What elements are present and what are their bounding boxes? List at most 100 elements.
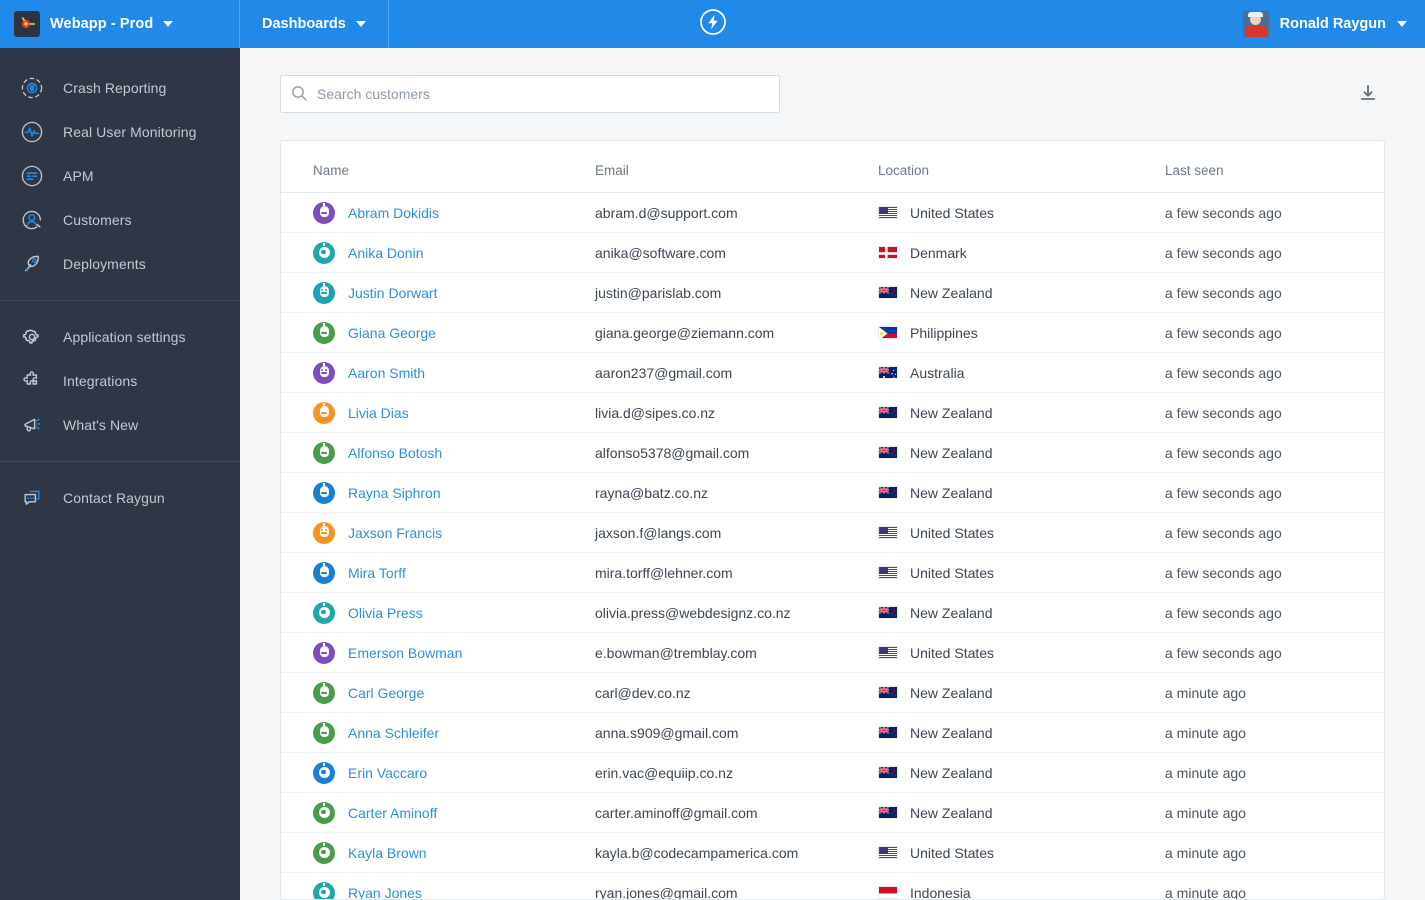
apm-icon [18,162,46,190]
customer-name-link[interactable]: Giana George [348,325,436,341]
table-row[interactable]: Erin Vaccaro erin.vac@equiip.co.nz New Z… [281,752,1384,793]
sidebar-item-label: APM [63,168,94,184]
user-menu[interactable]: Ronald Raygun [1229,0,1425,48]
customer-name-link[interactable]: Carl George [348,685,424,701]
chevron-down-icon [355,21,366,27]
customer-name-link[interactable]: Kayla Brown [348,845,427,861]
location-label: New Zealand [910,604,993,621]
customer-name-link[interactable]: Olivia Press [348,605,423,621]
cell-name: Olivia Press [281,592,595,633]
table-row[interactable]: Aaron Smith aaron237@gmail.com Australia… [281,352,1384,393]
sidebar-item-label: Contact Raygun [63,490,165,506]
avatar [313,241,335,264]
location-label: New Zealand [910,764,993,781]
table-row[interactable]: Olivia Press olivia.press@webdesignz.co.… [281,592,1384,633]
customer-name-link[interactable]: Aaron Smith [348,365,425,381]
customer-name-link[interactable]: Mira Torff [348,565,406,581]
customer-name-link[interactable]: Justin Dorwart [348,285,437,301]
flag-icon [878,566,898,579]
avatar [313,481,335,504]
cell-location: New Zealand [878,592,1165,633]
lightning-bolt-circle-icon[interactable] [699,8,727,41]
cell-location: New Zealand [878,272,1165,313]
table-row[interactable]: Carter Aminoff carter.aminoff@gmail.com … [281,792,1384,833]
project-selector[interactable]: Webapp - Prod [0,0,240,48]
customer-name-link[interactable]: Carter Aminoff [348,805,437,821]
sidebar-item-label: Real User Monitoring [63,124,197,140]
column-header-email[interactable]: Email [595,141,878,193]
table-row[interactable]: Livia Dias livia.d@sipes.co.nz New Zeala… [281,392,1384,433]
column-header-location[interactable]: Location [878,141,1165,193]
customer-name-link[interactable]: Anna Schleifer [348,725,439,741]
sidebar-group-products: Crash Reporting Real User Monitoring APM… [0,60,240,292]
avatar [313,841,335,864]
sidebar-item-deployments[interactable]: Deployments [0,242,240,286]
cell-location: New Zealand [878,472,1165,513]
location-label: United States [910,644,995,661]
avatar [313,721,335,744]
customer-name-link[interactable]: Abram Dokidis [348,205,439,221]
cell-name: Abram Dokidis [281,192,595,233]
customer-name-link[interactable]: Anika Donin [348,245,424,261]
avatar [313,761,335,784]
cell-name: Erin Vaccaro [281,752,595,793]
table-row[interactable]: Giana George giana.george@ziemann.com Ph… [281,312,1384,353]
nav-dashboards[interactable]: Dashboards [240,0,389,48]
table-row[interactable]: Carl George carl@dev.co.nz New Zealand a… [281,672,1384,713]
customer-name-link[interactable]: Alfonso Botosh [348,445,442,461]
customer-name-link[interactable]: Rayna Siphron [348,485,441,501]
cell-location: United States [878,192,1165,233]
location-label: New Zealand [910,484,993,501]
table-row[interactable]: Ryan Jones ryan.jones@gmail.com Indonesi… [281,872,1384,900]
sidebar-item-crash-reporting[interactable]: Crash Reporting [0,66,240,110]
sidebar-item-application-settings[interactable]: Application settings [0,315,240,359]
table-row[interactable]: Kayla Brown kayla.b@codecampamerica.com … [281,832,1384,873]
megaphone-icon [18,411,46,439]
location-label: Philippines [910,324,978,341]
customers-table-card: Name Email Location Last seen Abram Doki… [280,140,1385,900]
table-row[interactable]: Rayna Siphron rayna@batz.co.nz New Zeala… [281,472,1384,513]
customer-name-link[interactable]: Livia Dias [348,405,409,421]
customer-name-link[interactable]: Ryan Jones [348,885,422,900]
cell-last-seen: a minute ago [1165,752,1384,793]
cell-last-seen: a minute ago [1165,672,1384,713]
table-row[interactable]: Emerson Bowman e.bowman@tremblay.com Uni… [281,632,1384,673]
location-label: New Zealand [910,804,993,821]
table-header: Name Email Location Last seen [281,141,1384,193]
cell-name: Rayna Siphron [281,472,595,513]
cell-last-seen: a few seconds ago [1165,472,1384,513]
sidebar-item-real-user-monitoring[interactable]: Real User Monitoring [0,110,240,154]
cell-last-seen: a few seconds ago [1165,312,1384,353]
column-header-name[interactable]: Name [281,141,595,193]
table-row[interactable]: Alfonso Botosh alfonso5378@gmail.com New… [281,432,1384,473]
table-row[interactable]: Mira Torff mira.torff@lehner.com United … [281,552,1384,593]
avatar [313,441,335,464]
cell-email: alfonso5378@gmail.com [595,432,878,473]
column-header-last-seen[interactable]: Last seen [1165,141,1384,193]
cell-last-seen: a few seconds ago [1165,552,1384,593]
table-row[interactable]: Anna Schleifer anna.s909@gmail.com New Z… [281,712,1384,753]
cell-last-seen: a few seconds ago [1165,632,1384,673]
cell-email: erin.vac@equiip.co.nz [595,752,878,793]
customer-name-link[interactable]: Emerson Bowman [348,645,462,661]
cell-email: mira.torff@lehner.com [595,552,878,593]
cell-name: Giana George [281,312,595,353]
customer-name-link[interactable]: Jaxson Francis [348,525,442,541]
location-label: United States [910,844,995,861]
sidebar-item-whats-new[interactable]: What's New [0,403,240,447]
search-input[interactable] [280,75,780,113]
table-row[interactable]: Jaxson Francis jaxson.f@langs.com United… [281,512,1384,553]
body: Crash Reporting Real User Monitoring APM… [0,48,1425,900]
avatar [313,281,335,304]
table-row[interactable]: Justin Dorwart justin@parislab.com New Z… [281,272,1384,313]
sidebar-item-customers[interactable]: Customers [0,198,240,242]
sidebar-item-contact-raygun[interactable]: Contact Raygun [0,476,240,520]
table-row[interactable]: Anika Donin anika@software.com Denmark a… [281,232,1384,273]
download-button[interactable] [1351,77,1385,111]
table-row[interactable]: Abram Dokidis abram.d@support.com United… [281,192,1384,233]
sidebar-item-apm[interactable]: APM [0,154,240,198]
customer-name-link[interactable]: Erin Vaccaro [348,765,427,781]
cell-location: Denmark [878,232,1165,273]
sidebar-item-integrations[interactable]: Integrations [0,359,240,403]
table-scroll-area[interactable]: Name Email Location Last seen Abram Doki… [281,141,1384,899]
